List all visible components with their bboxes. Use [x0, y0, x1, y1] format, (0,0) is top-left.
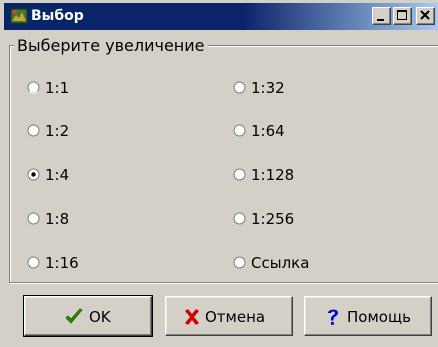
radio-label: 1:8	[45, 210, 70, 228]
radio-label: 1:1	[45, 79, 70, 97]
radio-unchecked-icon	[27, 81, 40, 94]
help-button[interactable]: Помощь	[304, 296, 432, 336]
help-question-icon	[328, 309, 338, 325]
radio-label: 1:32	[251, 79, 285, 97]
ok-button[interactable]: OK	[23, 295, 153, 337]
radio-unchecked-icon	[233, 124, 246, 137]
radio-label: 1:128	[251, 166, 295, 184]
radio-label: 1:4	[45, 166, 70, 184]
radio-label: 1:2	[45, 122, 70, 140]
radio-unchecked-icon	[27, 256, 40, 269]
checkmark-icon	[65, 308, 83, 324]
zoom-group-legend: Выберите увеличение	[14, 36, 208, 56]
radio-unchecked-icon	[233, 256, 246, 269]
dialog-window: Выбор Выберите увеличение 1:1 1:2 1:4 1:…	[0, 0, 438, 347]
close-icon	[420, 10, 430, 20]
minimize-icon	[377, 19, 384, 21]
radio-unchecked-icon	[27, 212, 40, 225]
cancel-button[interactable]: Отмена	[165, 296, 293, 336]
maximize-icon	[397, 10, 407, 20]
cancel-label: Отмена	[205, 308, 266, 326]
radio-label: 1:256	[251, 210, 295, 228]
minimize-button[interactable]	[372, 7, 391, 25]
help-label: Помощь	[347, 308, 411, 326]
close-button[interactable]	[416, 7, 435, 25]
maximize-button[interactable]	[393, 7, 412, 25]
radio-unchecked-icon	[27, 124, 40, 137]
radio-unchecked-icon	[233, 81, 246, 94]
ok-label: OK	[89, 308, 111, 326]
radio-label: Ссылка	[251, 254, 310, 272]
radio-checked-icon	[27, 168, 40, 181]
radio-unchecked-icon	[233, 168, 246, 181]
zoom-group-box	[9, 45, 438, 283]
radio-label: 1:64	[251, 122, 285, 140]
title-bar[interactable]: Выбор	[4, 3, 438, 30]
cross-icon	[185, 309, 199, 325]
app-icon	[10, 8, 28, 24]
radio-unchecked-icon	[233, 212, 246, 225]
window-title: Выбор	[31, 8, 84, 24]
radio-label: 1:16	[45, 254, 79, 272]
